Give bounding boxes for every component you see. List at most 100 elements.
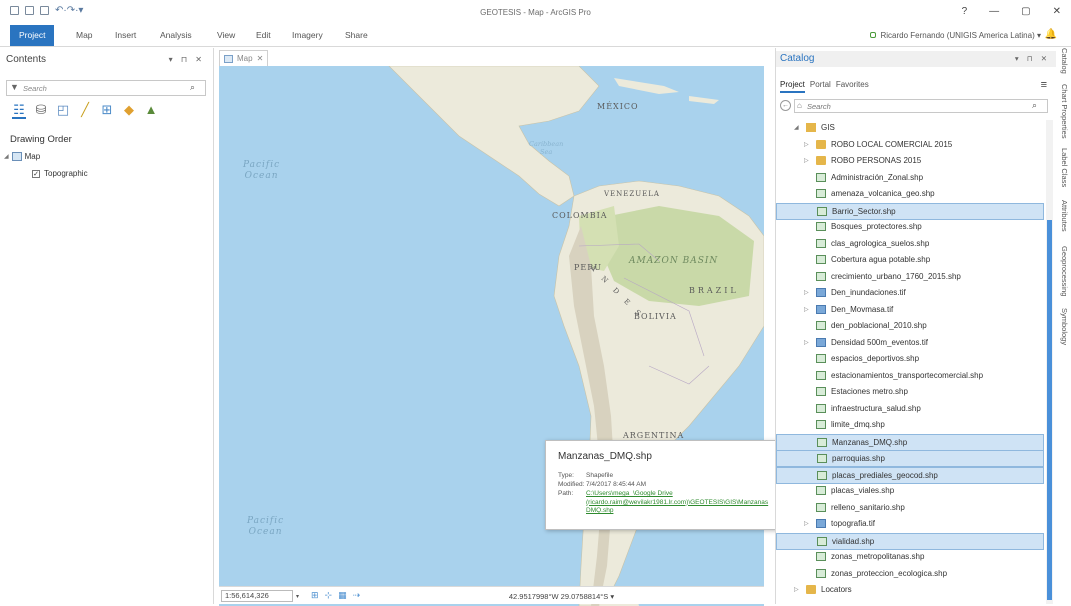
catalog-item[interactable]: Estaciones metro.shp: [776, 384, 1044, 401]
side-tab-geoprocessing[interactable]: Geoprocessing: [1060, 246, 1069, 296]
list-by-snapping-icon[interactable]: ⊞: [100, 103, 114, 117]
catalog-item-label: Bosques_protectores.shp: [831, 222, 922, 231]
catalog-item[interactable]: placas_viales.shp: [776, 483, 1044, 500]
expand-icon[interactable]: ◢: [4, 153, 9, 160]
catalog-item[interactable]: Cobertura agua potable.shp: [776, 252, 1044, 269]
expand-icon[interactable]: ▷: [804, 339, 809, 346]
back-icon[interactable]: ←: [780, 100, 791, 111]
expand-icon[interactable]: ▷: [804, 520, 809, 527]
side-tab-chart-properties[interactable]: Chart Properties: [1060, 84, 1069, 139]
raster-icon: [816, 288, 826, 297]
tab-catalog-portal[interactable]: Portal: [810, 80, 831, 93]
tab-analysis[interactable]: Analysis: [160, 30, 192, 40]
tab-view[interactable]: View: [217, 30, 235, 40]
side-tab-catalog[interactable]: Catalog: [1060, 48, 1069, 74]
side-tab-symbology[interactable]: Symbology: [1060, 308, 1069, 345]
coordinate-readout[interactable]: 42.9517998°W 29.0758814°S ▾: [219, 592, 764, 601]
raster-icon: [816, 304, 826, 314]
list-by-selection-icon[interactable]: ◰: [56, 103, 70, 117]
folder-icon: [816, 139, 826, 149]
catalog-item[interactable]: ◢ GIS: [776, 120, 1044, 137]
map-label-mexico: MÉXICO: [597, 102, 639, 111]
contents-pane-controls[interactable]: ▾ ⊓ ✕: [169, 55, 205, 64]
catalog-item[interactable]: Manzanas_DMQ.shp: [776, 433, 1044, 451]
map-view-tab[interactable]: Map ✕: [219, 50, 269, 66]
tab-project[interactable]: Project: [10, 25, 55, 46]
list-by-perspective-icon[interactable]: ▲: [144, 103, 158, 117]
catalog-item[interactable]: ▷ Locators: [776, 582, 1044, 599]
catalog-item[interactable]: clas_agrologica_suelos.shp: [776, 236, 1044, 253]
folder-icon: [816, 156, 826, 165]
catalog-item[interactable]: placas_prediales_geocod.shp: [776, 466, 1044, 484]
catalog-item[interactable]: zonas_proteccion_ecologica.shp: [776, 566, 1044, 583]
catalog-item[interactable]: crecimiento_urbano_1760_2015.shp: [776, 269, 1044, 286]
shapefile-icon: [817, 206, 827, 216]
expand-icon[interactable]: ▷: [794, 586, 799, 593]
tab-share[interactable]: Share: [345, 30, 368, 40]
user-account[interactable]: Ricardo Fernando (UNIGIS America Latina)…: [870, 31, 1041, 40]
catalog-item[interactable]: relleno_sanitario.shp: [776, 500, 1044, 517]
tab-edit[interactable]: Edit: [256, 30, 271, 40]
catalog-item[interactable]: ▷ ROBO PERSONAS 2015: [776, 153, 1044, 170]
catalog-item-label: estacionamientos_transportecomercial.shp: [831, 370, 984, 380]
tab-catalog-favorites[interactable]: Favorites: [836, 80, 869, 93]
expand-icon[interactable]: ▷: [804, 141, 809, 148]
menu-icon[interactable]: ≡: [1041, 79, 1047, 91]
catalog-item[interactable]: parroquias.shp: [776, 450, 1044, 467]
tab-insert[interactable]: Insert: [115, 30, 136, 40]
catalog-scrollbar[interactable]: [1046, 120, 1053, 604]
layer-tree-node[interactable]: ✓ Topographic: [32, 169, 88, 178]
map-tree-node[interactable]: ◢ Map: [4, 152, 40, 161]
tab-catalog-project[interactable]: Project: [780, 80, 805, 93]
restore-button[interactable]: ▢: [1021, 6, 1030, 17]
expand-icon[interactable]: ▷: [804, 306, 809, 313]
list-by-labeling-icon[interactable]: ◆: [122, 103, 136, 117]
search-icon[interactable]: ⌕: [190, 82, 195, 93]
search-icon[interactable]: ⌕: [1032, 100, 1037, 111]
catalog-item[interactable]: Barrio_Sector.shp: [776, 202, 1044, 220]
close-tab-icon[interactable]: ✕: [257, 54, 264, 63]
side-tab-label-class[interactable]: Label Class: [1060, 148, 1069, 187]
side-tab-attributes[interactable]: Attributes: [1060, 200, 1069, 232]
close-button[interactable]: ✕: [1053, 6, 1061, 17]
shapefile-icon: [816, 321, 826, 330]
minimize-button[interactable]: —: [989, 6, 999, 17]
contents-search-input[interactable]: ▼ Search ⌕: [6, 80, 206, 96]
catalog-item[interactable]: espacios_deportivos.shp: [776, 351, 1044, 368]
tab-imagery[interactable]: Imagery: [292, 30, 323, 40]
tab-map[interactable]: Map: [76, 30, 93, 40]
notifications-icon[interactable]: 🔔: [1045, 29, 1057, 40]
tooltip-path-link[interactable]: C:\Users\mega_\Google Drive (ricardo.rai…: [586, 490, 776, 516]
filter-icon[interactable]: ▼: [10, 82, 19, 92]
expand-icon[interactable]: ▷: [804, 289, 809, 296]
expand-icon[interactable]: ▷: [804, 157, 809, 164]
catalog-item[interactable]: Bosques_protectores.shp: [776, 219, 1044, 236]
catalog-item[interactable]: infraestructura_salud.shp: [776, 401, 1044, 418]
catalog-search-placeholder: Search: [807, 102, 831, 111]
expand-icon[interactable]: ◢: [794, 124, 799, 131]
catalog-pane-controls[interactable]: ▾ ⊓ ✕: [1015, 54, 1050, 63]
list-by-drawing-order-icon[interactable]: ☷: [12, 103, 26, 119]
catalog-item-label: placas_prediales_geocod.shp: [832, 470, 938, 480]
catalog-item[interactable]: vialidad.shp: [776, 532, 1044, 550]
scrollbar-thumb[interactable]: [1047, 220, 1052, 600]
catalog-item[interactable]: ▷ Densidad 500m_eventos.tif: [776, 335, 1044, 352]
catalog-item[interactable]: ▷ Den_inundaciones.tif: [776, 285, 1044, 302]
catalog-item[interactable]: limite_dmq.shp: [776, 417, 1044, 434]
list-by-editing-icon[interactable]: ╱: [78, 103, 92, 117]
catalog-search-input[interactable]: ⌂ Search ⌕: [794, 99, 1048, 113]
help-button[interactable]: ?: [962, 6, 968, 17]
layer-visibility-checkbox[interactable]: ✓: [32, 169, 40, 178]
map-tab-label: Map: [237, 54, 253, 63]
catalog-item[interactable]: amenaza_volcanica_geo.shp: [776, 186, 1044, 203]
catalog-item[interactable]: zonas_metropolitanas.shp: [776, 549, 1044, 566]
catalog-item-label: topografia.tif: [831, 519, 876, 528]
catalog-item[interactable]: ▷ ROBO LOCAL COMERCIAL 2015: [776, 137, 1044, 154]
catalog-item[interactable]: ▷ Den_Movmasa.tif: [776, 302, 1044, 319]
list-by-data-source-icon[interactable]: ⛁: [34, 103, 48, 117]
catalog-title: Catalog: [780, 53, 815, 64]
catalog-item[interactable]: den_poblacional_2010.shp: [776, 318, 1044, 335]
catalog-item[interactable]: ▷ topografia.tif: [776, 516, 1044, 533]
catalog-item[interactable]: Administración_Zonal.shp: [776, 170, 1044, 187]
catalog-item[interactable]: estacionamientos_transportecomercial.shp: [776, 368, 1044, 385]
